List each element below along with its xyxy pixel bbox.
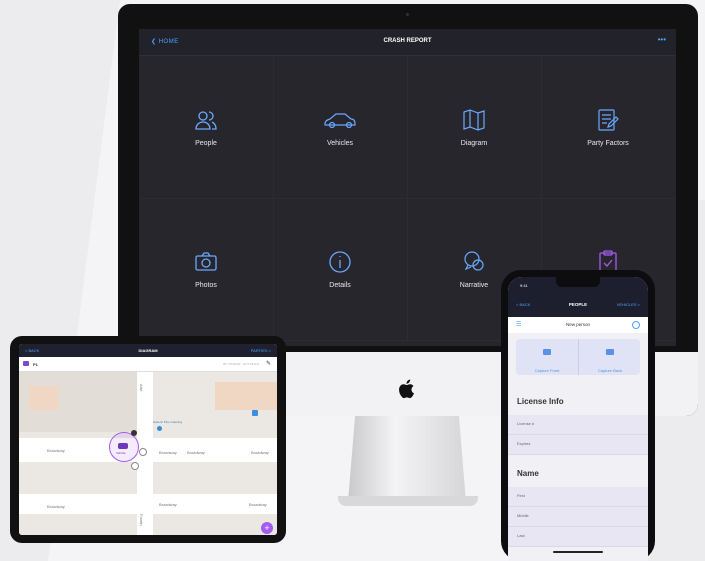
chat-icon	[464, 251, 484, 271]
street-label: Broadway	[159, 502, 177, 507]
status-time: 9:41	[520, 283, 528, 288]
capture-card: Capture Front Capture Back	[516, 339, 640, 375]
form-title: New person	[565, 322, 590, 327]
more-menu-button[interactable]: •••	[658, 35, 666, 44]
street-label: Broadway	[251, 450, 269, 455]
map-canvas[interactable]: Broadway Broadway Broadway Broadway Broa…	[19, 372, 277, 535]
field-label: First	[517, 493, 525, 498]
location-pin-icon	[157, 426, 162, 431]
tile-label: Party Factors	[587, 140, 629, 147]
tile-people[interactable]: People	[139, 56, 274, 199]
license-number-field[interactable]: License #	[508, 415, 648, 435]
ipad-device: < BACK DIAGRAM PARTIES > P1 BY TOOFAR · …	[10, 336, 286, 543]
expires-field[interactable]: Expires	[508, 435, 648, 455]
tile-vehicles[interactable]: Vehicles	[273, 56, 408, 199]
car-icon	[324, 113, 356, 129]
section-header-name: Name	[517, 469, 539, 478]
field-label: License #	[517, 421, 535, 426]
ipad-title: DIAGRAM	[138, 348, 158, 353]
street-label: Broadway	[249, 502, 267, 507]
ipad-screen: < BACK DIAGRAM PARTIES > P1 BY TOOFAR · …	[19, 344, 277, 535]
last-name-field[interactable]: Last	[508, 527, 648, 547]
info-square-icon	[252, 410, 258, 416]
move-handle-icon[interactable]	[131, 462, 139, 470]
field-label: Last	[517, 533, 525, 538]
rotate-handle-icon[interactable]	[131, 430, 137, 436]
section-header-license: License Info	[517, 397, 564, 406]
camera-dot	[406, 13, 409, 16]
id-card-icon	[606, 349, 614, 355]
street-label: Broadway	[47, 504, 65, 509]
imac-stand-base	[338, 496, 478, 506]
field-label: Expires	[517, 441, 531, 446]
form-icon	[598, 109, 619, 131]
party-label: P1	[33, 362, 38, 367]
info-icon[interactable]	[632, 321, 640, 329]
capture-back-label: Capture Back	[597, 368, 623, 373]
add-button[interactable]: +	[261, 522, 273, 534]
tile-details[interactable]: Details	[273, 198, 408, 341]
id-card-icon	[543, 349, 551, 355]
first-name-field[interactable]: First	[508, 487, 648, 507]
capture-front-label: Capture Front	[534, 368, 560, 373]
notch	[556, 277, 600, 287]
building-block	[215, 382, 277, 410]
apple-logo-icon	[399, 379, 414, 399]
street-label: Fourth	[139, 514, 144, 526]
tile-party-factors[interactable]: Party Factors	[541, 56, 675, 199]
tile-label: Details	[329, 282, 351, 289]
info-icon	[329, 251, 351, 273]
vehicle-marker[interactable]: Vehicle	[109, 432, 139, 462]
resize-handle-icon[interactable]	[139, 448, 147, 456]
ipad-parties-button[interactable]: PARTIES >	[251, 348, 271, 353]
street-label: Broadway	[187, 450, 205, 455]
street-label: Broadway	[159, 450, 177, 455]
page-title: CRASH REPORT	[383, 38, 432, 44]
form-header: ☰ New person	[508, 317, 648, 333]
tile-label: People	[195, 140, 217, 147]
tile-diagram[interactable]: Diagram	[407, 56, 542, 199]
iphone-screen: 9:41 < BACK PEOPLE VEHICLES > ☰ New pers…	[508, 277, 648, 561]
field-label: Middle	[517, 513, 529, 518]
people-icon	[195, 111, 217, 130]
home-indicator	[553, 551, 603, 553]
vehicle-label: Vehicle	[116, 451, 126, 455]
imac-stand	[348, 416, 466, 502]
pencil-icon[interactable]: ✎	[266, 360, 271, 367]
street-label: Broadway	[47, 448, 65, 453]
capture-back-button[interactable]: Capture Back	[578, 339, 641, 375]
toolbar-meta: BY TOOFAR · HUT MUCH	[223, 362, 259, 366]
iphone-device: 9:41 < BACK PEOPLE VEHICLES > ☰ New pers…	[501, 270, 655, 561]
capture-front-button[interactable]: Capture Front	[516, 339, 578, 375]
tile-label: Vehicles	[326, 140, 354, 147]
ipad-navigation-bar: < BACK DIAGRAM PARTIES >	[19, 344, 277, 357]
ipad-toolbar: P1 BY TOOFAR · HUT MUCH ✎	[19, 357, 277, 372]
middle-name-field[interactable]: Middle	[508, 507, 648, 527]
navigation-bar: ❮ HOME CRASH REPORT •••	[139, 29, 676, 56]
tile-photos[interactable]: Photos	[139, 198, 274, 341]
poi-label: Historic Pine Catering	[153, 420, 183, 424]
street-label: Arte	[139, 384, 144, 392]
tile-label: Diagram	[460, 140, 488, 147]
car-icon	[118, 443, 128, 449]
car-badge-icon	[23, 361, 29, 366]
vehicles-button[interactable]: VEHICLES >	[617, 302, 640, 307]
map-icon	[463, 109, 485, 131]
building-block	[29, 386, 59, 410]
tile-label: Photos	[195, 282, 217, 289]
camera-icon	[195, 252, 217, 271]
iphone-navigation-bar: 9:41 < BACK PEOPLE VEHICLES >	[508, 277, 648, 317]
